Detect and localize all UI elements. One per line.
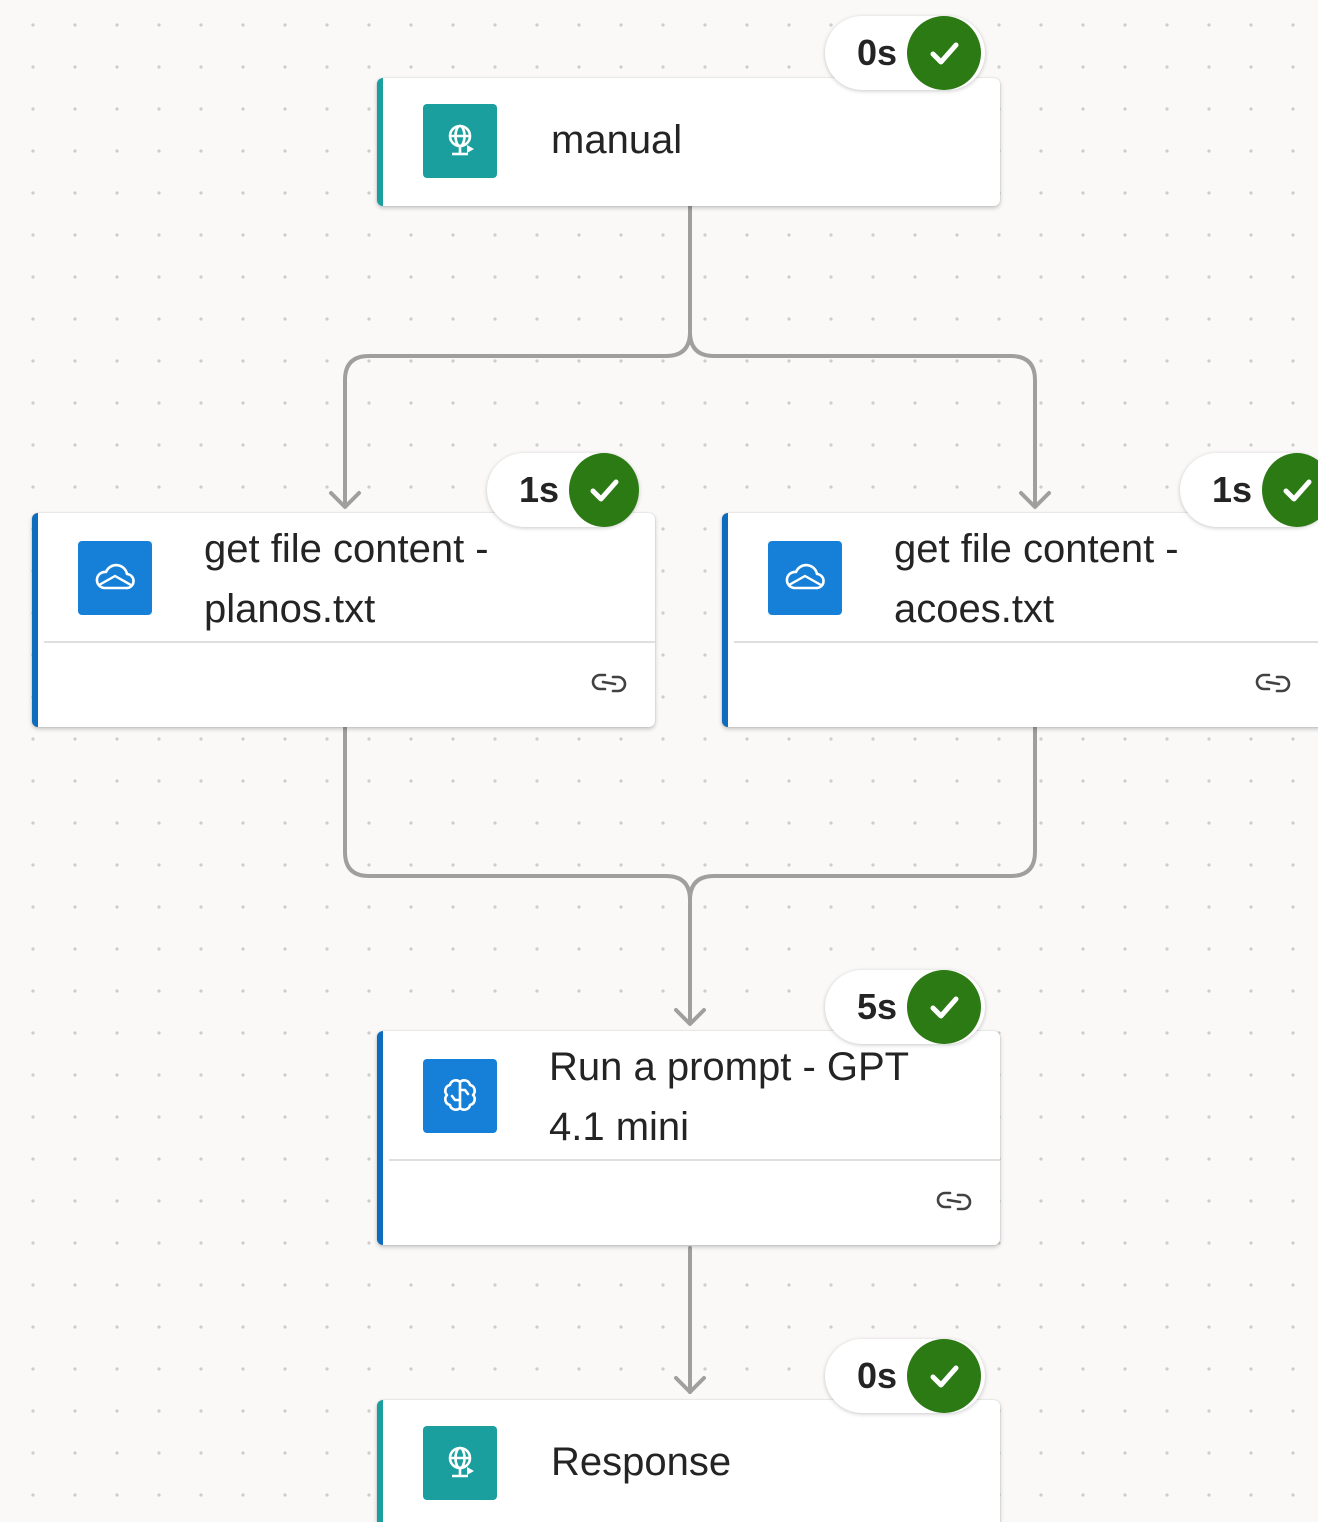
flow-designer-canvas[interactable]: manual 0s get file content - planos.txt xyxy=(0,0,1318,1522)
duration-label: 1s xyxy=(1212,469,1253,510)
card-footer xyxy=(44,641,655,727)
success-check-icon xyxy=(569,453,639,527)
run-status-badge: 5s xyxy=(825,970,985,1044)
connector-manual-split xyxy=(343,204,1037,508)
run-status-badge: 0s xyxy=(825,16,985,90)
onedrive-cloud-icon xyxy=(78,541,152,615)
action-title-line-2: acoes.txt xyxy=(894,587,1055,631)
action-title: Response xyxy=(551,1440,732,1484)
run-status-badge: 0s xyxy=(825,1339,985,1413)
action-title-line-2: 4.1 mini xyxy=(549,1105,690,1149)
action-card-manual[interactable]: manual xyxy=(377,78,1000,206)
success-check-icon xyxy=(1262,453,1318,527)
success-check-icon xyxy=(907,970,982,1044)
connection-link-icon[interactable] xyxy=(587,661,631,705)
action-title-line-1: get file content - xyxy=(204,527,489,571)
action-title-line-1: Run a prompt - GPT xyxy=(549,1045,910,1089)
duration-label: 1s xyxy=(519,469,560,510)
card-footer xyxy=(734,641,1318,727)
connection-link-icon[interactable] xyxy=(1251,661,1295,705)
success-check-icon xyxy=(907,16,982,90)
http-request-globe-icon xyxy=(423,104,497,178)
onedrive-cloud-icon xyxy=(768,541,842,615)
action-card-get-file-planos[interactable]: get file content - planos.txt xyxy=(32,513,655,727)
http-request-globe-icon xyxy=(423,1426,497,1500)
action-title-line-1: get file content - xyxy=(894,527,1179,571)
duration-label: 0s xyxy=(857,32,898,73)
connection-link-icon[interactable] xyxy=(932,1179,976,1223)
action-card-response[interactable]: Response xyxy=(377,1400,1000,1522)
action-card-get-file-acoes[interactable]: get file content - acoes.txt xyxy=(722,513,1318,727)
card-footer xyxy=(389,1159,1000,1245)
action-title-line-2: planos.txt xyxy=(204,587,376,631)
flow-connectors xyxy=(329,204,1051,1394)
ai-brain-icon xyxy=(423,1059,497,1133)
run-status-badge: 1s xyxy=(1180,453,1318,527)
duration-label: 5s xyxy=(857,986,898,1027)
action-card-run-prompt[interactable]: Run a prompt - GPT 4.1 mini xyxy=(377,1031,1000,1245)
action-title: manual xyxy=(551,118,683,162)
success-check-icon xyxy=(907,1339,982,1413)
duration-label: 0s xyxy=(857,1355,898,1396)
run-status-badge: 1s xyxy=(487,453,639,527)
